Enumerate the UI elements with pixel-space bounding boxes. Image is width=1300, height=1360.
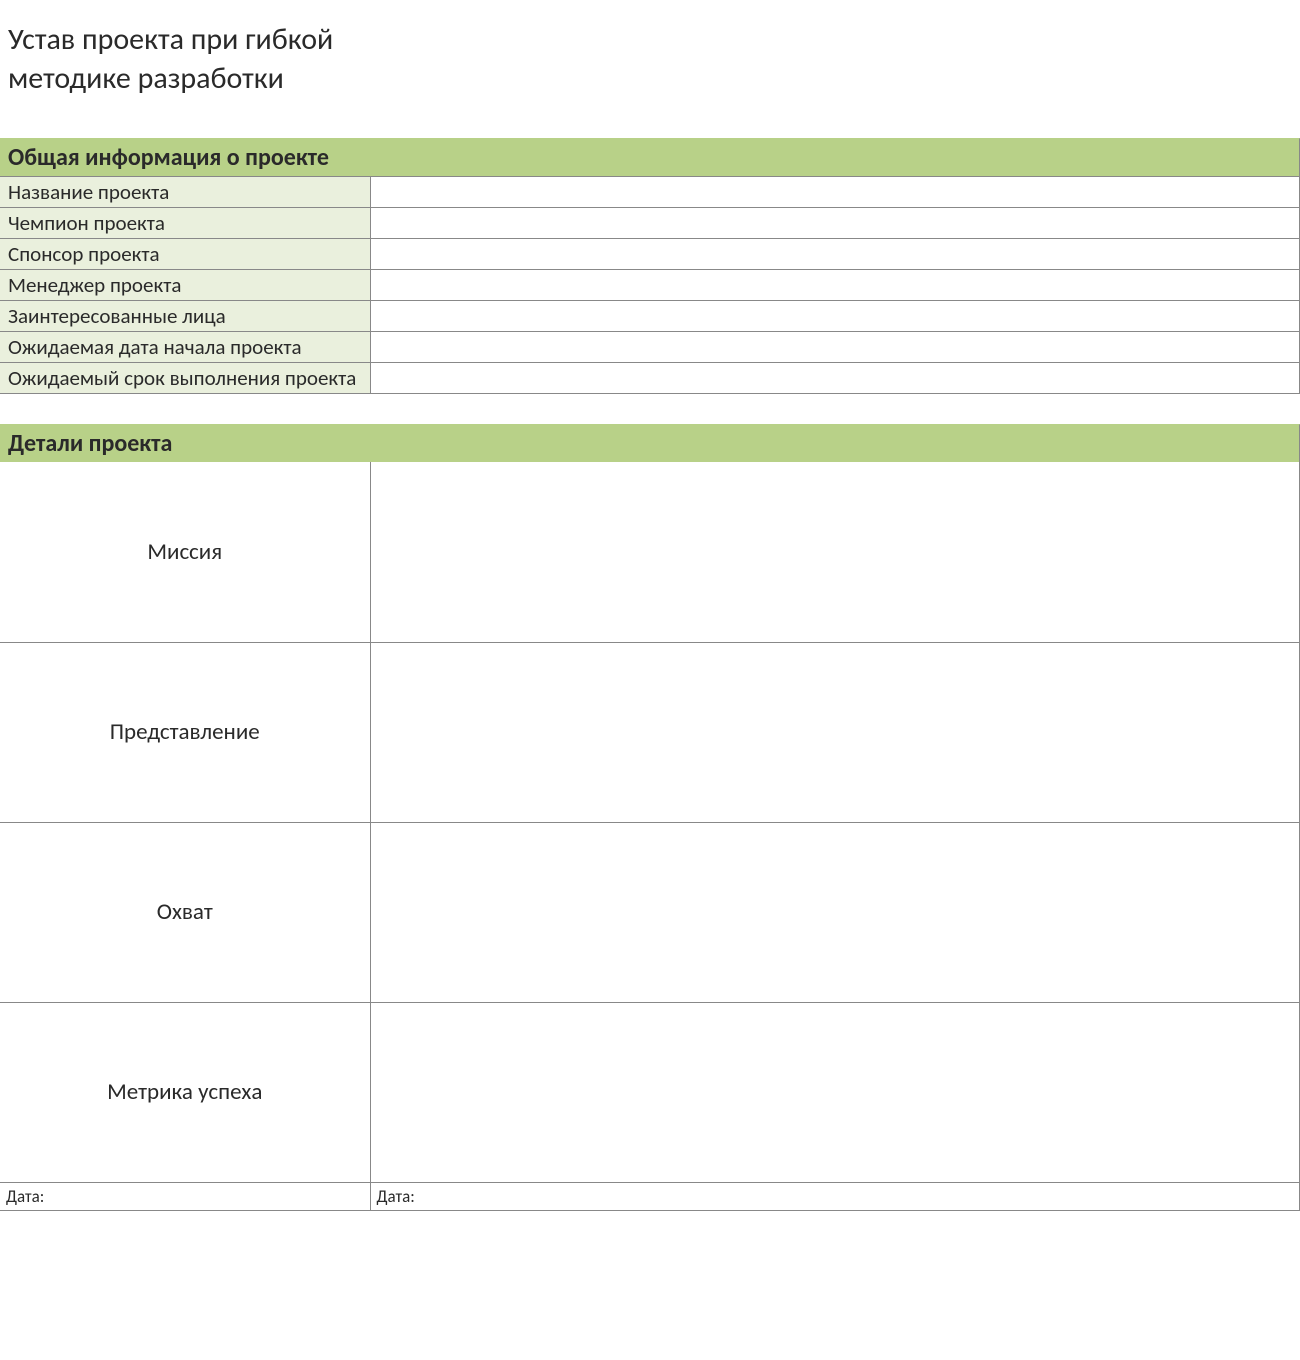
date-footer-row: Дата: Дата: (0, 1183, 1300, 1211)
row-label: Ожидаемая дата начала проекта (0, 332, 370, 363)
row-value[interactable] (370, 822, 1300, 1002)
row-value[interactable] (370, 270, 1300, 301)
row-label: Представление (0, 642, 370, 822)
row-label: Заинтересованные лица (0, 301, 370, 332)
row-label: Миссия (0, 462, 370, 642)
table-row: Спонсор проекта (0, 239, 1300, 270)
table-row: Миссия (0, 462, 1300, 642)
table-row: Название проекта (0, 177, 1300, 208)
row-label: Чемпион проекта (0, 208, 370, 239)
table-row: Менеджер проекта (0, 270, 1300, 301)
row-value[interactable] (370, 208, 1300, 239)
table-row: Метрика успеха (0, 1002, 1300, 1182)
general-info-table: Название проекта Чемпион проекта Спонсор… (0, 176, 1300, 394)
table-row: Заинтересованные лица (0, 301, 1300, 332)
title-line-1: Устав проекта при гибкой (8, 21, 333, 58)
table-row: Охват (0, 822, 1300, 1002)
row-value[interactable] (370, 301, 1300, 332)
section-header-details: Детали проекта (0, 424, 1300, 462)
table-row: Чемпион проекта (0, 208, 1300, 239)
row-label: Спонсор проекта (0, 239, 370, 270)
row-label: Менеджер проекта (0, 270, 370, 301)
date-label-2[interactable]: Дата: (370, 1183, 1300, 1211)
row-value[interactable] (370, 239, 1300, 270)
row-value[interactable] (370, 1002, 1300, 1182)
table-row: Ожидаемый срок выполнения проекта (0, 363, 1300, 394)
row-value[interactable] (370, 642, 1300, 822)
row-value[interactable] (370, 332, 1300, 363)
title-line-2: методике разработки (8, 60, 284, 97)
row-value[interactable] (370, 177, 1300, 208)
row-label: Название проекта (0, 177, 370, 208)
row-label: Ожидаемый срок выполнения проекта (0, 363, 370, 394)
row-value[interactable] (370, 363, 1300, 394)
document-title: Устав проекта при гибкой методике разраб… (0, 0, 1300, 98)
table-row: Представление (0, 642, 1300, 822)
date-label-1[interactable]: Дата: (0, 1183, 370, 1211)
section-header-general-info: Общая информация о проекте (0, 138, 1300, 176)
row-value[interactable] (370, 462, 1300, 642)
row-label: Метрика успеха (0, 1002, 370, 1182)
table-row: Ожидаемая дата начала проекта (0, 332, 1300, 363)
details-table: Миссия Представление Охват Метрика успех… (0, 462, 1300, 1183)
row-label: Охват (0, 822, 370, 1002)
